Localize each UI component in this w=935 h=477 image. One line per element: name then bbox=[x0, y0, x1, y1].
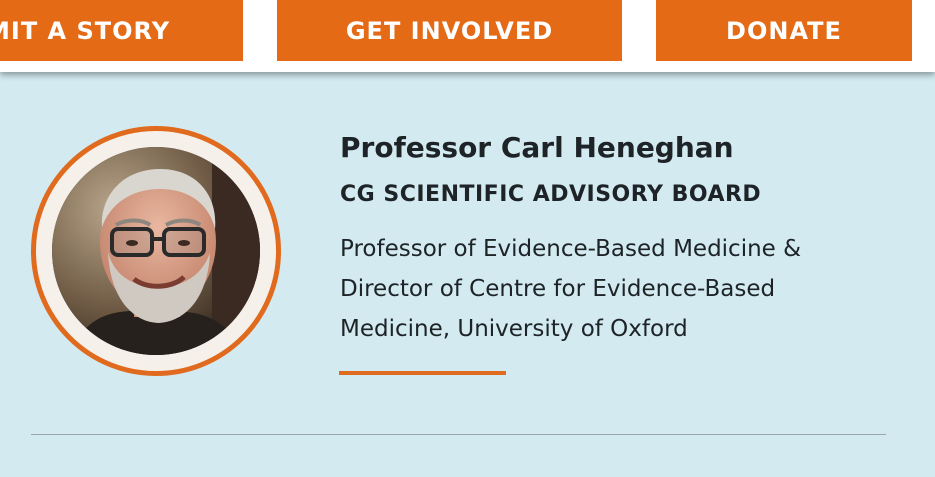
page: MIT A STORY GET INVOLVED DONATE Professo… bbox=[0, 0, 935, 477]
profile-photo bbox=[52, 147, 260, 355]
profile-photo-frame bbox=[31, 126, 281, 376]
profile-bio-line: Professor of Evidence-Based Medicine & bbox=[340, 236, 802, 262]
get-involved-label: GET INVOLVED bbox=[345, 16, 554, 45]
accent-underline bbox=[339, 371, 506, 375]
profile-bio-line: Medicine, University of Oxford bbox=[340, 316, 688, 342]
profile-bio-line: Director of Centre for Evidence-Based bbox=[340, 276, 776, 302]
profile-bio: Professor of Evidence-Based Medicine & D… bbox=[340, 229, 910, 349]
portrait-image bbox=[52, 147, 260, 355]
profile-role: CG SCIENTIFIC ADVISORY BOARD bbox=[340, 182, 762, 207]
get-involved-button[interactable]: GET INVOLVED bbox=[277, 0, 622, 61]
section-divider bbox=[31, 434, 886, 435]
profile-name: Professor Carl Heneghan bbox=[340, 131, 734, 164]
top-navigation-bar: MIT A STORY GET INVOLVED DONATE bbox=[0, 0, 935, 72]
donate-button[interactable]: DONATE bbox=[656, 0, 912, 61]
submit-story-label: MIT A STORY bbox=[0, 16, 171, 45]
donate-label: DONATE bbox=[726, 16, 842, 45]
submit-story-button[interactable]: MIT A STORY bbox=[0, 0, 243, 61]
